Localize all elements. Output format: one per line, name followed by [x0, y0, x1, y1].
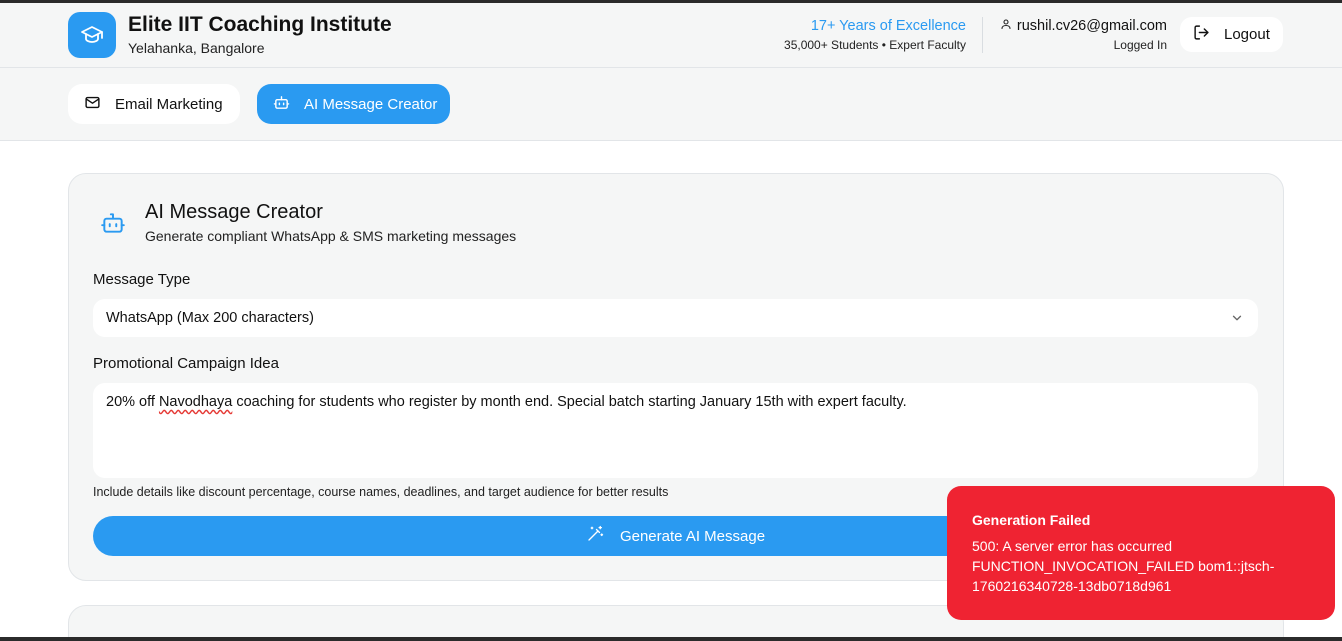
user-info: rushil.cv26@gmail.com: [1000, 18, 1167, 34]
campaign-hint: Include details like discount percentage…: [93, 485, 669, 499]
institute-stats: 35,000+ Students • Expert Faculty: [784, 38, 966, 52]
tab-label: AI Message Creator: [304, 95, 438, 113]
tab-bar: Email Marketing AI Message Creator: [0, 68, 1342, 141]
logout-icon: [1193, 24, 1210, 45]
header-divider: [982, 17, 983, 53]
app-header: Elite IIT Coaching Institute Yelahanka, …: [0, 3, 1342, 68]
campaign-idea-textarea[interactable]: 20% off Navodhaya coaching for students …: [93, 383, 1258, 478]
chevron-down-icon: [1230, 311, 1244, 329]
logout-button[interactable]: Logout: [1180, 17, 1283, 52]
institute-name: Elite IIT Coaching Institute: [128, 13, 392, 36]
campaign-text-part: 20% off: [106, 394, 159, 410]
tab-ai-message-creator[interactable]: AI Message Creator: [257, 84, 450, 124]
window-bottom-border: [0, 637, 1342, 641]
login-status: Logged In: [1113, 38, 1167, 52]
mail-icon: [84, 94, 101, 115]
message-type-value: WhatsApp (Max 200 characters): [106, 310, 314, 326]
bot-icon: [273, 94, 290, 115]
user-icon: [1000, 18, 1012, 34]
error-toast[interactable]: Generation Failed 500: A server error ha…: [947, 486, 1335, 620]
campaign-text-part: coaching for students who register by mo…: [232, 394, 907, 410]
user-email: rushil.cv26@gmail.com: [1016, 18, 1167, 34]
tagline: 17+ Years of Excellence: [810, 18, 966, 34]
spellcheck-word: Navodhaya: [158, 394, 233, 410]
institute-location: Yelahanka, Bangalore: [128, 40, 265, 56]
toast-title: Generation Failed: [972, 512, 1091, 528]
graduation-cap-icon: [68, 12, 116, 58]
tab-label: Email Marketing: [115, 95, 223, 113]
toast-message: 500: A server error has occurred FUNCTIO…: [972, 538, 1275, 594]
message-type-label: Message Type: [93, 271, 191, 288]
generate-label: Generate AI Message: [619, 527, 766, 545]
card-title: AI Message Creator: [145, 201, 323, 223]
card-subtitle: Generate compliant WhatsApp & SMS market…: [145, 228, 517, 244]
bot-icon: [100, 210, 126, 236]
logout-label: Logout: [1224, 26, 1270, 43]
tab-email-marketing[interactable]: Email Marketing: [68, 84, 240, 124]
magic-wand-icon: [586, 525, 604, 547]
message-type-select[interactable]: WhatsApp (Max 200 characters): [93, 299, 1258, 337]
campaign-label: Promotional Campaign Idea: [93, 355, 279, 372]
